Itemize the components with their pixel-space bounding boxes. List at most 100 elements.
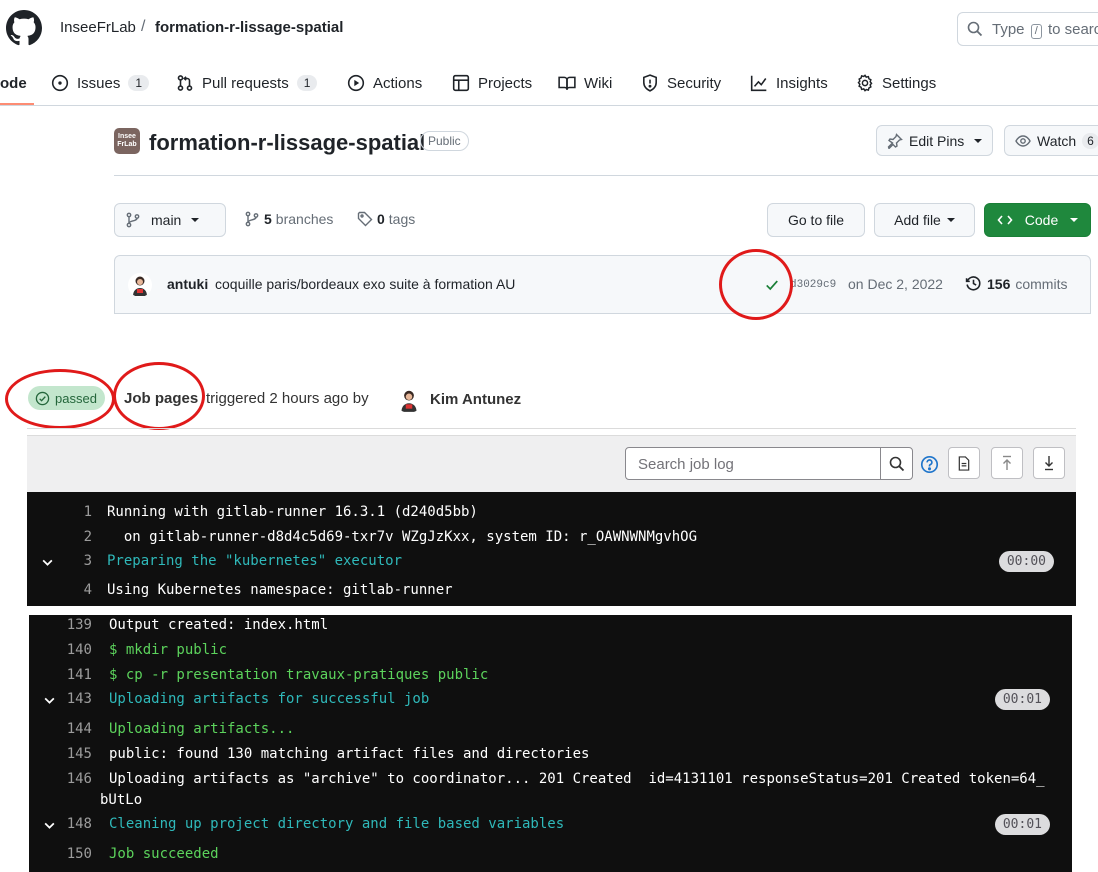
log-line-text: bUtLo — [100, 792, 143, 808]
log-line-number[interactable]: 150 — [29, 846, 92, 862]
log-line-number[interactable]: 143 — [29, 691, 92, 707]
log-line: 146 Uploading artifacts as "archive" to c… — [29, 771, 1072, 793]
tab-code[interactable]: ode — [0, 70, 27, 96]
edit-pins-label: Edit Pins — [909, 132, 965, 149]
job-log-search-input[interactable]: Search job log — [625, 447, 881, 480]
repo-link[interactable]: formation-r-lissage-spatial — [155, 19, 343, 36]
tab-projects[interactable]: Projects — [452, 70, 532, 96]
duration-badge: 00:00 — [998, 551, 1054, 572]
log-line-number[interactable]: 2 — [27, 529, 92, 545]
repo-avatar-text-bottom: FrLab — [117, 141, 137, 148]
log-line: 1 Running with gitlab-runner 16.3.1 (d240… — [27, 504, 1076, 526]
check-circle-icon — [35, 391, 50, 406]
visibility-badge: Public — [420, 131, 469, 151]
global-search-input[interactable]: Type / to search — [957, 12, 1098, 46]
search-placeholder-pre: Type — [992, 21, 1025, 38]
log-line-number[interactable]: 141 — [29, 667, 92, 683]
log-line-number[interactable]: 1 — [27, 504, 92, 520]
log-line-number[interactable]: 146 — [29, 771, 92, 787]
log-line-number[interactable]: 148 — [29, 816, 92, 832]
tab-settings[interactable]: Settings — [856, 70, 936, 96]
watch-counter: 6 — [1082, 132, 1098, 149]
code-button[interactable]: Code — [984, 203, 1091, 237]
branches-label: branches — [275, 211, 334, 227]
log-line[interactable]: 148 Cleaning up project directory and fil… — [29, 814, 1072, 838]
tab-pull-requests[interactable]: Pull requests 1 — [176, 70, 318, 96]
tab-wiki[interactable]: Wiki — [558, 70, 612, 96]
annotation-circle-check — [719, 249, 793, 320]
tab-settings-label: Settings — [882, 74, 937, 92]
branches-link[interactable]: 5 branches — [244, 211, 333, 227]
job-name: Job pages — [124, 390, 199, 407]
actions-icon — [347, 74, 365, 92]
log-line: 140 $ mkdir public — [29, 642, 1072, 664]
help-icon[interactable] — [920, 455, 939, 474]
commit-message[interactable]: coquille paris/bordeaux exo suite à form… — [215, 276, 515, 292]
log-line[interactable]: 143 Uploading artifacts for successful jo… — [29, 689, 1072, 713]
search-icon — [967, 21, 983, 37]
history-icon — [965, 275, 982, 292]
log-line: 145 public: found 130 matching artifact f… — [29, 746, 1072, 768]
log-line-text: on gitlab-runner-d8d4c5d69-txr7v WZgJzKx… — [107, 529, 698, 545]
tab-actions[interactable]: Actions — [347, 70, 422, 96]
watch-button[interactable]: Watch 6 — [1004, 125, 1098, 156]
tab-issues-label: Issues — [77, 74, 121, 92]
job-log-panel-bottom: 139 Output created: index.html 140 $ mkdir … — [29, 615, 1072, 872]
tags-link[interactable]: 0 tags — [357, 211, 415, 227]
tag-icon — [357, 211, 373, 227]
repo-header-divider — [114, 175, 1098, 176]
commits-link[interactable]: 156 commits — [965, 275, 1067, 292]
tab-insights[interactable]: Insights — [750, 70, 828, 96]
job-header-divider — [27, 428, 1076, 429]
edit-pins-button[interactable]: Edit Pins — [876, 125, 994, 156]
scroll-bottom-icon — [1043, 455, 1055, 471]
insights-icon — [750, 74, 768, 92]
repo-avatar-text-top: Insee — [118, 133, 136, 140]
commit-sha[interactable]: d3029c9 — [790, 279, 836, 291]
commit-author-avatar[interactable] — [128, 273, 152, 297]
log-line[interactable]: 3 Preparing the "kubernetes" executor 00:0… — [27, 551, 1076, 575]
search-placeholder-post: to search — [1047, 21, 1098, 38]
log-line-number[interactable]: 144 — [29, 721, 92, 737]
breadcrumb-separator: / — [141, 18, 146, 35]
branch-name: main — [151, 212, 182, 228]
tab-issues[interactable]: Issues 1 — [51, 70, 150, 96]
repo-avatar: Insee FrLab — [114, 128, 140, 154]
scroll-bottom-button[interactable] — [1033, 447, 1065, 479]
commit-date: on Dec 2, 2022 — [848, 276, 943, 292]
commit-author[interactable]: antuki — [167, 276, 208, 292]
log-line-number[interactable]: 145 — [29, 746, 92, 762]
settings-icon — [856, 74, 874, 92]
job-user-avatar[interactable] — [396, 387, 422, 413]
branch-select-button[interactable]: main — [114, 203, 226, 237]
raw-log-button[interactable] — [948, 447, 980, 479]
owner-link[interactable]: InseeFrLab — [60, 19, 136, 36]
status-badge[interactable]: passed — [28, 386, 105, 410]
log-line-number[interactable]: 139 — [29, 617, 92, 633]
repo-title[interactable]: formation-r-lissage-spatial — [149, 130, 425, 156]
go-to-file-button[interactable]: Go to file — [767, 203, 865, 237]
pulls-counter: 1 — [296, 75, 318, 91]
scroll-top-button[interactable] — [991, 447, 1023, 479]
edit-pins-caret — [974, 138, 983, 143]
tab-security[interactable]: Security — [641, 70, 721, 96]
log-line-number[interactable]: 3 — [27, 553, 92, 569]
job-user[interactable]: Kim Antunez — [430, 391, 521, 408]
tags-count: 0 — [377, 211, 385, 227]
log-line: 2 on gitlab-runner-d8d4c5d69-txr7v WZgJz… — [27, 529, 1076, 551]
projects-icon — [452, 74, 470, 92]
scroll-top-icon — [1001, 455, 1013, 471]
job-log-search-button[interactable] — [880, 447, 913, 480]
github-logo-icon[interactable] — [6, 10, 42, 46]
add-file-button[interactable]: Add file — [874, 203, 975, 237]
duration-badge: 00:01 — [994, 689, 1050, 710]
log-line-number[interactable]: 140 — [29, 642, 92, 658]
log-line: 141 $ cp -r presentation travaux-pratique… — [29, 667, 1072, 689]
pin-icon — [887, 132, 903, 149]
search-icon — [889, 456, 905, 472]
log-line-number[interactable]: 4 — [27, 582, 92, 598]
log-line-text: $ mkdir public — [109, 642, 228, 658]
tab-actions-label: Actions — [373, 74, 423, 92]
nav-divider — [0, 105, 1098, 106]
code-button-label: Code — [1024, 212, 1059, 228]
